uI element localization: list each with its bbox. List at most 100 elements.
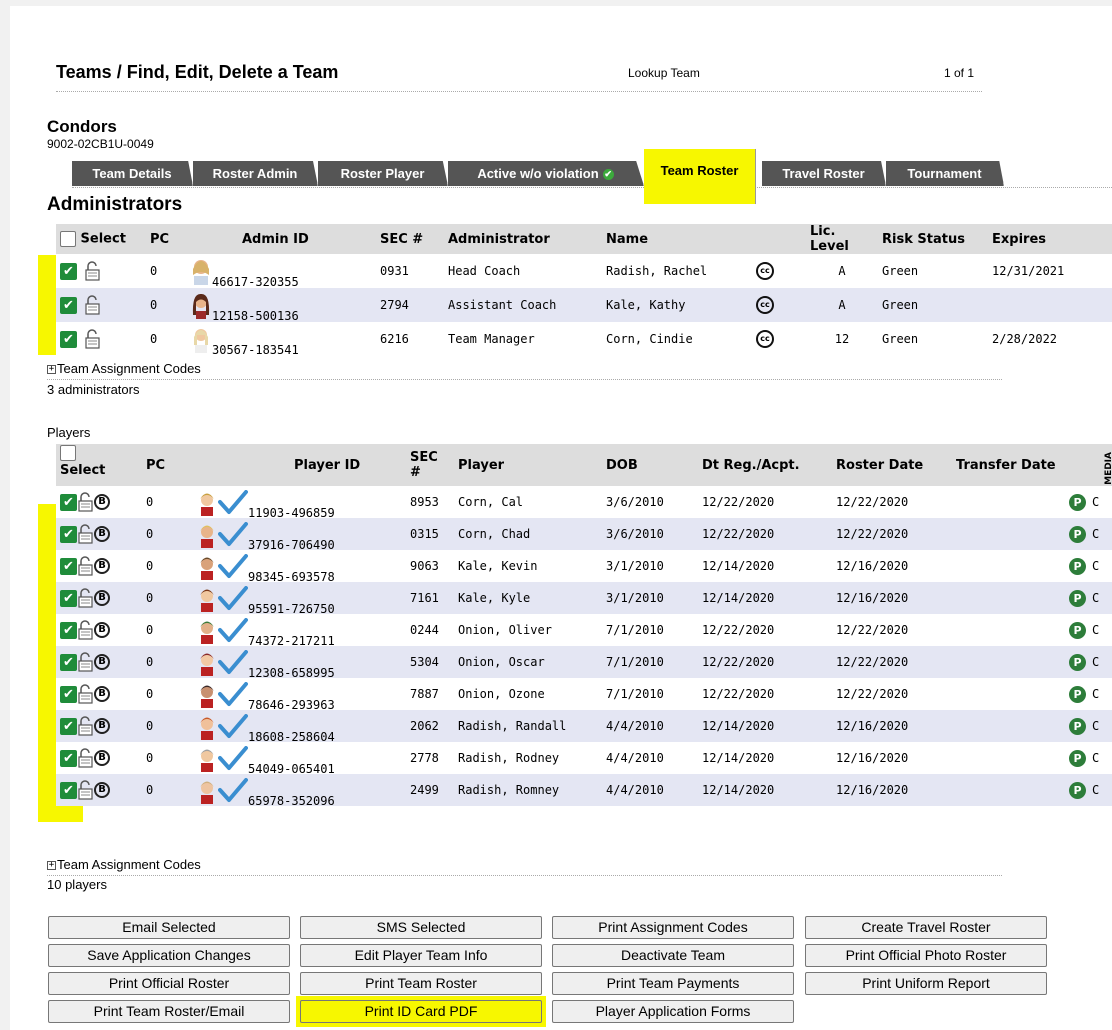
b-icon[interactable]: B bbox=[94, 590, 110, 606]
p-badge-icon[interactable]: P bbox=[1069, 717, 1086, 735]
table-row[interactable]: ✔ 0 30567-183541 6216 Team Manager Corn,… bbox=[56, 322, 1112, 356]
unlock-icon[interactable] bbox=[77, 780, 94, 800]
unlock-icon[interactable] bbox=[77, 684, 94, 704]
table-row[interactable]: ✔ B 0 11903-496859 8953 Corn, Cal 3/6/2010 12/2… bbox=[56, 486, 1112, 518]
player-name[interactable]: Kale, Kyle bbox=[454, 582, 602, 614]
select-all-checkbox[interactable] bbox=[60, 231, 76, 247]
player-assignment-codes-toggle[interactable]: + Team Assignment Codes bbox=[47, 857, 201, 872]
unlock-icon[interactable] bbox=[77, 620, 94, 640]
player-name[interactable]: Kale, Kevin bbox=[454, 550, 602, 582]
player-name[interactable]: Corn, Cal bbox=[454, 486, 602, 518]
deactivate-team-button[interactable]: Deactivate Team bbox=[552, 944, 794, 967]
b-icon[interactable]: B bbox=[94, 622, 110, 638]
row-checkbox[interactable]: ✔ bbox=[60, 749, 77, 767]
b-icon[interactable]: B bbox=[94, 494, 110, 510]
row-checkbox[interactable]: ✔ bbox=[60, 493, 77, 511]
table-row[interactable]: ✔ B 0 65978-352096 2499 Radish, Romney 4/4/201… bbox=[56, 774, 1112, 806]
player-name[interactable]: Onion, Ozone bbox=[454, 678, 602, 710]
table-row[interactable]: ✔ B 0 74372-217211 0244 Onion, Oliver 7/1/2010… bbox=[56, 614, 1112, 646]
b-icon[interactable]: B bbox=[94, 750, 110, 766]
b-icon[interactable]: B bbox=[94, 686, 110, 702]
table-row[interactable]: ✔ 0 46617-320355 0931 Head Coach Radish,… bbox=[56, 254, 1112, 288]
player-photo[interactable] bbox=[196, 520, 218, 548]
p-badge-icon[interactable]: P bbox=[1069, 781, 1086, 799]
player-name[interactable]: Radish, Romney bbox=[454, 774, 602, 806]
tab-travel-roster[interactable]: Travel Roster bbox=[762, 161, 886, 186]
tab-tournament[interactable]: Tournament bbox=[886, 161, 1004, 186]
player-photo[interactable] bbox=[196, 776, 218, 804]
create-travel-roster-button[interactable]: Create Travel Roster bbox=[805, 916, 1047, 939]
admin-photo[interactable] bbox=[190, 257, 212, 285]
p-badge-icon[interactable]: P bbox=[1069, 589, 1086, 607]
b-icon[interactable]: B bbox=[94, 558, 110, 574]
unlock-icon[interactable] bbox=[77, 652, 94, 672]
row-checkbox[interactable]: ✔ bbox=[60, 525, 77, 543]
print-team-roster-email-button[interactable]: Print Team Roster/Email bbox=[48, 1000, 290, 1023]
row-checkbox[interactable]: ✔ bbox=[60, 781, 77, 799]
unlock-icon[interactable] bbox=[77, 716, 94, 736]
tab-team-roster[interactable]: Team Roster bbox=[644, 149, 756, 204]
row-checkbox[interactable]: ✔ bbox=[60, 685, 77, 703]
table-row[interactable]: ✔ B 0 54049-065401 2778 Radish, Rodney 4/4/201… bbox=[56, 742, 1112, 774]
b-icon[interactable]: B bbox=[94, 654, 110, 670]
row-checkbox[interactable]: ✔ bbox=[60, 589, 77, 607]
player-photo[interactable] bbox=[196, 584, 218, 612]
player-photo[interactable] bbox=[196, 616, 218, 644]
p-badge-icon[interactable]: P bbox=[1069, 493, 1086, 511]
row-checkbox[interactable]: ✔ bbox=[60, 330, 77, 348]
p-badge-icon[interactable]: P bbox=[1069, 557, 1086, 575]
row-checkbox[interactable]: ✔ bbox=[60, 621, 77, 639]
player-name[interactable]: Radish, Rodney bbox=[454, 742, 602, 774]
row-checkbox[interactable]: ✔ bbox=[60, 557, 77, 575]
tab-active-wo-violation[interactable]: Active w/o violation ✔ bbox=[448, 161, 644, 186]
player-name[interactable]: Corn, Chad bbox=[454, 518, 602, 550]
row-checkbox[interactable]: ✔ bbox=[60, 262, 77, 280]
unlock-icon[interactable] bbox=[77, 524, 94, 544]
sms-selected-button[interactable]: SMS Selected bbox=[300, 916, 542, 939]
print-team-payments-button[interactable]: Print Team Payments bbox=[552, 972, 794, 995]
print-assignment-codes-button[interactable]: Print Assignment Codes bbox=[552, 916, 794, 939]
admin-photo[interactable] bbox=[190, 325, 212, 353]
player-name[interactable]: Onion, Oliver bbox=[454, 614, 602, 646]
print-official-roster-button[interactable]: Print Official Roster bbox=[48, 972, 290, 995]
player-name[interactable]: Radish, Randall bbox=[454, 710, 602, 742]
player-application-forms-button[interactable]: Player Application Forms bbox=[552, 1000, 794, 1023]
unlock-icon[interactable] bbox=[84, 295, 101, 315]
p-badge-icon[interactable]: P bbox=[1069, 653, 1086, 671]
player-photo[interactable] bbox=[196, 680, 218, 708]
table-row[interactable]: ✔ B 0 37916-706490 0315 Corn, Chad 3/6/2010 12/… bbox=[56, 518, 1112, 550]
unlock-icon[interactable] bbox=[84, 329, 101, 349]
edit-player-team-info-button[interactable]: Edit Player Team Info bbox=[300, 944, 542, 967]
table-row[interactable]: ✔ 0 12158-500136 2794 Assistant Coach Ka… bbox=[56, 288, 1112, 322]
tab-team-details[interactable]: Team Details bbox=[72, 161, 193, 186]
p-badge-icon[interactable]: P bbox=[1069, 749, 1086, 767]
player-photo[interactable] bbox=[196, 552, 218, 580]
lookup-team-link[interactable]: Lookup Team bbox=[628, 66, 700, 80]
table-row[interactable]: ✔ B 0 12308-658995 5304 Onion, Oscar 7/1/2010 1… bbox=[56, 646, 1112, 678]
tab-roster-admin[interactable]: Roster Admin bbox=[193, 161, 318, 186]
admin-photo[interactable] bbox=[190, 291, 212, 319]
print-uniform-report-button[interactable]: Print Uniform Report bbox=[805, 972, 1047, 995]
b-icon[interactable]: B bbox=[94, 526, 110, 542]
print-id-card-pdf-button[interactable]: Print ID Card PDF bbox=[300, 1000, 542, 1023]
b-icon[interactable]: B bbox=[94, 782, 110, 798]
table-row[interactable]: ✔ B 0 78646-293963 7887 Onion, Ozone 7/1/2010 1… bbox=[56, 678, 1112, 710]
unlock-icon[interactable] bbox=[84, 261, 101, 281]
p-badge-icon[interactable]: P bbox=[1069, 621, 1086, 639]
player-photo[interactable] bbox=[196, 648, 218, 676]
p-badge-icon[interactable]: P bbox=[1069, 685, 1086, 703]
admin-assignment-codes-toggle[interactable]: + Team Assignment Codes bbox=[47, 361, 201, 376]
b-icon[interactable]: B bbox=[94, 718, 110, 734]
table-row[interactable]: ✔ B 0 18608-258604 2062 Radish, Randall 4/4/20… bbox=[56, 710, 1112, 742]
print-team-roster-button[interactable]: Print Team Roster bbox=[300, 972, 542, 995]
unlock-icon[interactable] bbox=[77, 556, 94, 576]
print-official-photo-roster-button[interactable]: Print Official Photo Roster bbox=[805, 944, 1047, 967]
tab-roster-player[interactable]: Roster Player bbox=[318, 161, 448, 186]
player-photo[interactable] bbox=[196, 712, 218, 740]
email-selected-button[interactable]: Email Selected bbox=[48, 916, 290, 939]
row-checkbox[interactable]: ✔ bbox=[60, 717, 77, 735]
player-photo[interactable] bbox=[196, 744, 218, 772]
p-badge-icon[interactable]: P bbox=[1069, 525, 1086, 543]
player-photo[interactable] bbox=[196, 488, 218, 516]
unlock-icon[interactable] bbox=[77, 588, 94, 608]
